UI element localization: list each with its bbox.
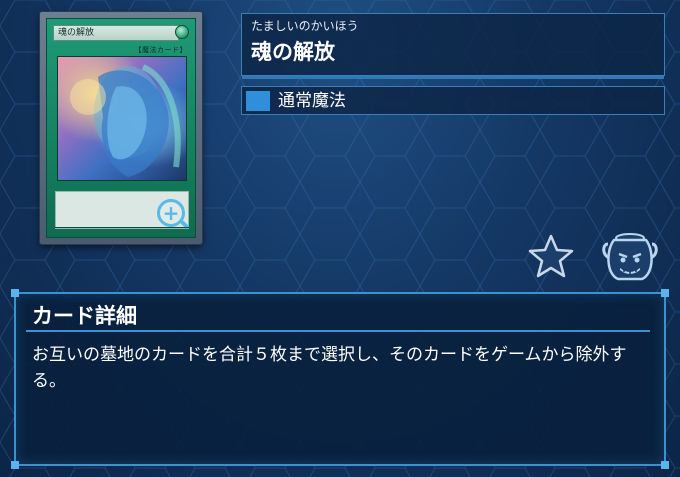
card-artwork xyxy=(57,56,187,181)
panel-corner xyxy=(661,289,669,297)
card-effect-text: お互いの墓地のカードを合計５枚まで選択し、そのカードをゲームから除外する。 xyxy=(32,345,627,391)
pot-of-greed-icon[interactable] xyxy=(600,230,660,282)
card-face: 魂の解放 【魔法カード】 + xyxy=(46,18,196,238)
detail-heading: カード詳細 xyxy=(32,304,137,328)
zoom-in-icon[interactable]: + xyxy=(157,199,185,227)
panel-corner xyxy=(11,289,19,297)
card-title: 魂の解放 xyxy=(251,40,335,64)
panel-corner xyxy=(661,461,669,469)
artwork-figure xyxy=(70,64,181,177)
star-icon[interactable] xyxy=(528,234,574,278)
card-face-type: 【魔法カード】 xyxy=(134,46,187,54)
card-type-label: 通常魔法 xyxy=(278,91,346,111)
detail-divider xyxy=(26,330,650,332)
card-furigana: たましいのかいほう xyxy=(251,19,359,33)
panel-corner xyxy=(11,461,19,469)
card-face-name: 魂の解放 xyxy=(53,25,179,41)
card-footer xyxy=(55,227,189,233)
card-detail-panel[interactable]: カード詳細 お互いの墓地のカードを合計５枚まで選択し、そのカードをゲームから除外… xyxy=(11,289,669,469)
spell-attribute-icon xyxy=(175,25,189,39)
card-name-panel: たましいのかいほう 魂の解放 xyxy=(241,13,665,79)
type-marker xyxy=(246,91,270,111)
card-type-panel: 通常魔法 xyxy=(241,86,665,115)
card-image[interactable]: 魂の解放 【魔法カード】 + xyxy=(40,12,202,244)
